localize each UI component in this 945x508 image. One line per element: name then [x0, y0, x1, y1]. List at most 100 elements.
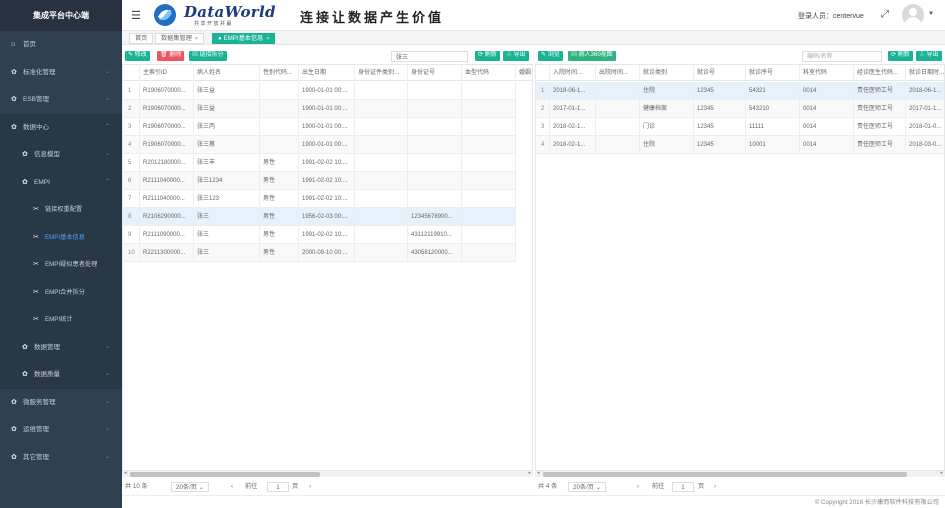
table-cell: 2018-02-1...	[550, 136, 596, 154]
table-row[interactable]: 9 R2111090000... 张三 男性 1991-02-02 10:... 4311…	[123, 226, 516, 244]
export-button[interactable]: ⇩ 导出	[503, 51, 529, 61]
sidebar-item-empi-suspect[interactable]: ✂ EMPI疑似患者处理	[0, 251, 122, 279]
scrollbar-thumb[interactable]	[130, 472, 320, 477]
page-input[interactable]: 1	[267, 482, 289, 492]
sidebar-item-info-model[interactable]: ✿ 信息模型 ⌄	[0, 141, 122, 169]
fullscreen-icon[interactable]: ⤢	[881, 9, 889, 20]
sidebar-item-other[interactable]: ✿ 其它管理 ⌄	[0, 444, 122, 472]
total-count: 共 4 条	[538, 483, 558, 490]
sidebar-item-data-center[interactable]: ✿ 数据中心 ⌃	[0, 113, 122, 141]
table-cell: R1906070000...	[140, 82, 194, 100]
sidebar-item-ops[interactable]: ✿ 运维管理 ⌄	[0, 416, 122, 444]
table-row[interactable]: 4 R1906070000... 张三蔡 1900-01-01 00:...	[123, 136, 516, 154]
scroll-right-icon[interactable]: ▸	[940, 470, 943, 476]
sidebar-item-data-manage[interactable]: ✿ 数据管理 ⌄	[0, 334, 122, 362]
search-input[interactable]	[391, 51, 468, 62]
page-input[interactable]: 1	[672, 482, 694, 492]
avatar[interactable]	[902, 4, 924, 26]
sidebar-item-microservice[interactable]: ✿ 微服务管理 ⌄	[0, 389, 122, 417]
prev-page-icon[interactable]: ‹	[231, 481, 233, 493]
caret-down-icon[interactable]: ▼	[928, 11, 934, 17]
gear-icon: ✿	[11, 453, 17, 461]
next-page-icon[interactable]: ›	[714, 481, 716, 493]
sidebar-item-empi-basic[interactable]: ✂ EMPI基本信息	[0, 224, 122, 252]
link-split-button[interactable]: ▤ 链接拆分	[189, 51, 227, 61]
scrollbar-thumb[interactable]	[543, 472, 907, 477]
column-header[interactable]: 就诊序号	[746, 65, 800, 81]
next-page-icon[interactable]: ›	[309, 481, 311, 493]
sidebar-item-link-weight[interactable]: ✂ 链接权重配置	[0, 196, 122, 224]
page-size-select[interactable]: 20条/页 ⌄	[171, 482, 209, 492]
tab-home[interactable]: 首页	[129, 33, 154, 44]
sidebar-item-home[interactable]: ⌂ 首页	[0, 31, 122, 59]
column-header[interactable]: 就诊类别	[640, 65, 694, 81]
table-cell: 0014	[800, 118, 854, 136]
goto-label: 前往	[652, 483, 665, 490]
tab-label: 数据集管理	[161, 35, 192, 42]
table-row[interactable]: 3 2018-02-1... 门诊 12345 11111 0014 责任医师工号 2018-…	[536, 118, 944, 136]
table-row[interactable]: 8 R2106290000... 张三 男性 1956-02-03 00:... 1234…	[123, 208, 516, 226]
edit-button[interactable]: ✎ 修改	[125, 51, 150, 61]
table-cell: 543210	[746, 100, 800, 118]
column-header[interactable]: 出生日期	[299, 65, 355, 81]
table-row[interactable]: 4 2018-02-1... 住院 12345 10001 0014 责任医师工号 2018-…	[536, 136, 944, 154]
table-row[interactable]: 7 R2111040000... 张三123 男性 1991-02-02 10:...	[123, 190, 516, 208]
refresh-button-right[interactable]: ⟳ 刷新	[888, 51, 913, 61]
code-name-search-input[interactable]	[802, 51, 882, 62]
refresh-button[interactable]: ⟳ 刷新	[475, 51, 500, 61]
table-cell: R1906070000...	[140, 136, 194, 154]
table-row[interactable]: 1 2018-06-1... 住院 12345 54321 0014 责任医师工号 2018-…	[536, 82, 944, 100]
close-icon[interactable]: ×	[266, 36, 269, 42]
sidebar-item-empi[interactable]: ✿ EMPI ⌃	[0, 169, 122, 197]
column-header[interactable]	[123, 65, 140, 81]
scroll-left-icon[interactable]: ◂	[537, 470, 540, 476]
table-cell: 住院	[640, 82, 694, 100]
column-header[interactable]: 主索引ID	[140, 65, 194, 81]
table-row[interactable]: 2 2017-01-1... 健康档案 12345 543210 0014 责任医师工号 20…	[536, 100, 944, 118]
column-header[interactable]: 出院时间...	[596, 65, 640, 81]
tab-empi-basic[interactable]: ● EMPI基本信息 ×	[212, 33, 276, 44]
table-row[interactable]: 2 R1906070000... 张三益 1900-01-01 00:...	[123, 100, 516, 118]
table-row[interactable]: 5 R2012180000... 张三丰 男性 1991-02-02 10:...	[123, 154, 516, 172]
tab-dataset-manage[interactable]: 数据集管理 ×	[155, 33, 204, 44]
export-button-right[interactable]: ⇩ 导出	[916, 51, 942, 61]
sidebar-item-esb[interactable]: ✿ ESB管理 ⌄	[0, 86, 122, 114]
column-header[interactable]: 经诊医生代码...	[854, 65, 906, 81]
table-header: 主索引ID 病人姓名 性别代码... 出生日期 身份证件类别... 身份证号 血型代码 婚姻	[123, 65, 532, 81]
table-cell: 2018-03-0...	[906, 136, 944, 154]
column-header[interactable]: 婚姻	[516, 65, 532, 81]
sidebar-item-standardization[interactable]: ✿ 标准化管理 ⌄	[0, 59, 122, 87]
delete-button[interactable]: 🗑 删除	[157, 51, 185, 61]
table-cell: 男性	[260, 190, 299, 208]
prev-page-icon[interactable]: ‹	[637, 481, 639, 493]
column-header[interactable]: 性别代码...	[260, 65, 299, 81]
menu-toggle-icon[interactable]: ☰	[131, 9, 141, 22]
column-header[interactable]: 血型代码	[462, 65, 516, 81]
sidebar-item-label: 数据质量	[34, 371, 60, 378]
column-header[interactable]: 就诊日期时...	[906, 65, 944, 81]
sidebar-item-empi-merge[interactable]: ✂ EMPI合并拆分	[0, 279, 122, 307]
column-header[interactable]	[536, 65, 550, 81]
sidebar-item-empi-stats[interactable]: ✂ EMPI统计	[0, 306, 122, 334]
row-number: 4	[123, 136, 140, 154]
column-header[interactable]: 身份证件类别...	[355, 65, 408, 81]
scroll-right-icon[interactable]: ▸	[528, 470, 531, 476]
sidebar-item-data-quality[interactable]: ✿ 数据质量 ⌄	[0, 361, 122, 389]
table-row[interactable]: 3 R1906070000... 张三丙 1900-01-01 00:...	[123, 118, 516, 136]
column-header[interactable]: 病人姓名	[194, 65, 260, 81]
table-row[interactable]: 1 R1906070000... 张三益 1900-01-01 00:...	[123, 82, 516, 100]
column-header[interactable]: 入院时间...	[550, 65, 596, 81]
close-icon[interactable]: ×	[195, 36, 198, 42]
scroll-left-icon[interactable]: ◂	[124, 470, 127, 476]
horizontal-scrollbar[interactable]: ◂ ▸	[122, 470, 533, 477]
table-row[interactable]: 10 R2211300000... 张三 男性 2000-09-10 00:... 430…	[123, 244, 516, 262]
button-label: 导出	[513, 52, 526, 58]
column-header[interactable]: 就诊号	[694, 65, 746, 81]
column-header[interactable]: 身份证号	[408, 65, 462, 81]
horizontal-scrollbar[interactable]: ◂ ▸	[535, 470, 945, 477]
column-header[interactable]: 科室代码	[800, 65, 854, 81]
browse-button[interactable]: ✎ 浏览	[538, 51, 563, 61]
table-row[interactable]: 6 R2111040000... 张三1234 男性 1991-02-02 10:...	[123, 172, 516, 190]
page-size-select[interactable]: 20条/页 ⌄	[568, 482, 606, 492]
patient-360-button[interactable]: ▤ 病人360视图	[568, 51, 616, 61]
